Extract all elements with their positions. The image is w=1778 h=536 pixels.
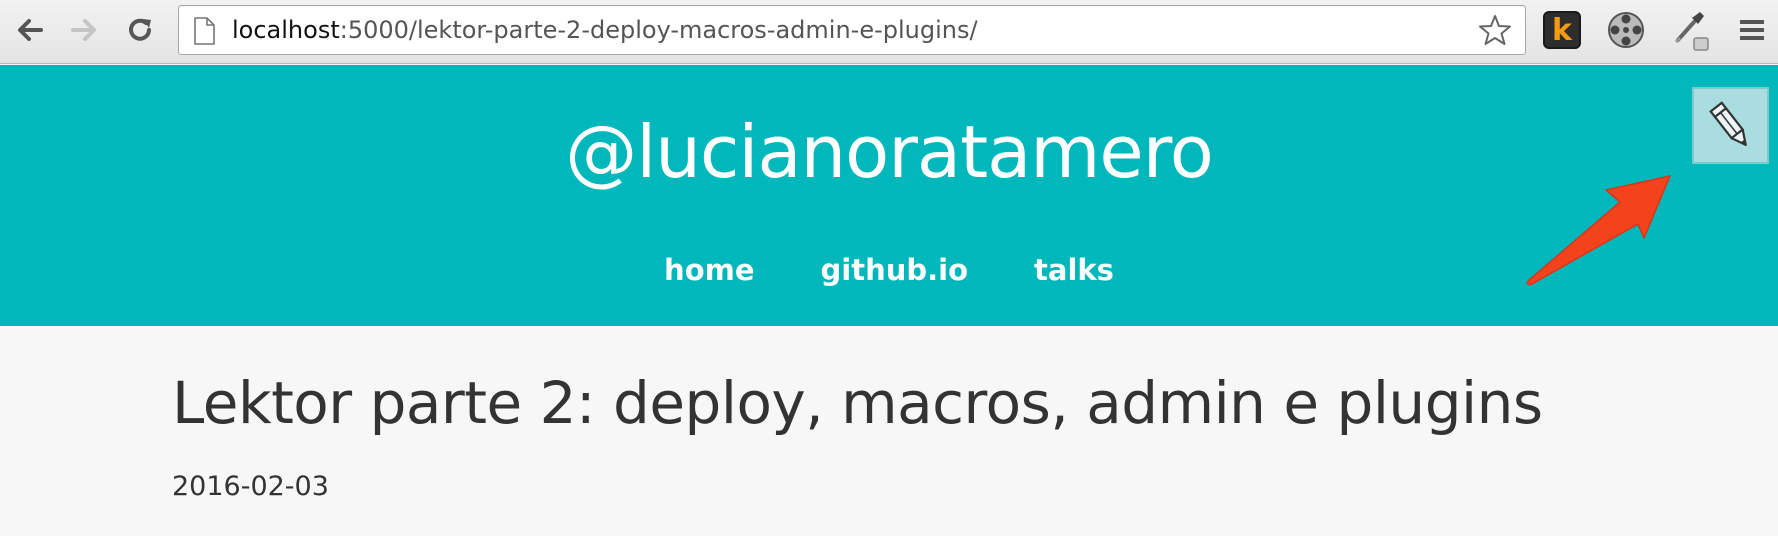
url-host: localhost (232, 16, 340, 44)
annotation-arrow (1526, 175, 1671, 286)
eyedropper-icon (1674, 12, 1709, 51)
site-header: @lucianoratamero home github.io talks (0, 65, 1778, 326)
lektor-extension-button[interactable]: k (1540, 8, 1584, 52)
page-icon (194, 17, 215, 45)
film-extension-button[interactable] (1604, 8, 1648, 52)
post-date: 2016-02-03 (172, 471, 329, 502)
reload-icon (129, 18, 151, 41)
post-title: Lektor parte 2: deploy, macros, admin e … (172, 369, 1543, 437)
eyedropper-extension-button[interactable] (1668, 8, 1712, 52)
browser-menu-button[interactable] (1730, 8, 1774, 52)
post-content: Lektor parte 2: deploy, macros, admin e … (0, 326, 1778, 536)
url-path: :5000/lektor-parte-2-deploy-macros-admin… (339, 16, 978, 44)
nav-talks[interactable]: talks (1034, 253, 1114, 287)
admin-edit-button[interactable] (1692, 87, 1769, 164)
url-text[interactable]: localhost:5000/lektor-parte-2-deploy-mac… (232, 15, 978, 45)
film-reel-icon (1608, 12, 1644, 48)
forward-button[interactable] (62, 8, 106, 52)
star-icon[interactable] (1479, 14, 1511, 46)
nav-github-io[interactable]: github.io (821, 253, 969, 287)
back-icon (18, 19, 43, 41)
browser-toolbar: localhost:5000/lektor-parte-2-deploy-mac… (0, 0, 1778, 64)
forward-icon (71, 19, 96, 41)
address-bar[interactable]: localhost:5000/lektor-parte-2-deploy-mac… (178, 5, 1526, 55)
nav-home[interactable]: home (664, 253, 754, 287)
pencil-icon (1708, 100, 1747, 146)
site-nav: home github.io talks (0, 253, 1778, 287)
back-button[interactable] (8, 8, 52, 52)
site-title[interactable]: @lucianoratamero (0, 110, 1778, 194)
menu-icon (1740, 20, 1764, 40)
reload-button[interactable] (118, 8, 162, 52)
lektor-extension-icon: k (1543, 11, 1581, 49)
